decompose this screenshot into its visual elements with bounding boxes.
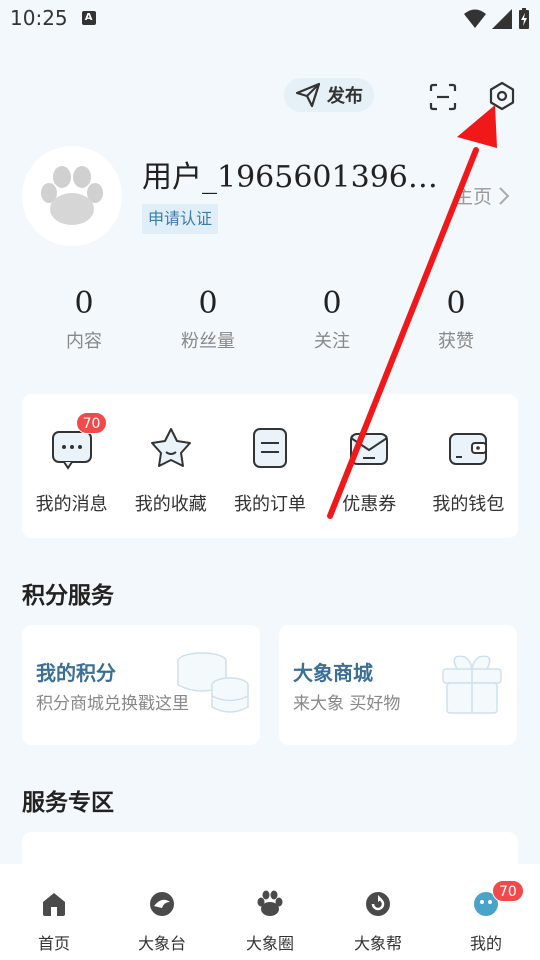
tab-label: 大象帮 — [353, 934, 402, 953]
tab-home[interactable]: 首页 — [0, 890, 108, 960]
tab-label: 大象圈 — [245, 934, 294, 953]
tab-elephant-tv[interactable]: 大象台 — [108, 890, 216, 960]
home-icon — [43, 893, 65, 916]
tab-label: 大象台 — [137, 934, 186, 953]
tab-me-badge: 70 — [492, 880, 524, 902]
bottom-tab-bar: 首页 大象台 大象圈 大象帮 70 我的 — [0, 864, 540, 960]
paw-icon — [257, 890, 283, 916]
tab-label: 首页 — [37, 934, 70, 953]
tab-label: 我的 — [469, 934, 502, 953]
help-icon — [366, 892, 390, 916]
annotation-arrow — [327, 105, 497, 519]
tab-me[interactable]: 70 我的 — [432, 880, 540, 960]
elephant-tv-icon — [150, 892, 174, 916]
tab-elephant-circle[interactable]: 大象圈 — [216, 890, 324, 960]
tab-elephant-help[interactable]: 大象帮 — [324, 890, 432, 960]
